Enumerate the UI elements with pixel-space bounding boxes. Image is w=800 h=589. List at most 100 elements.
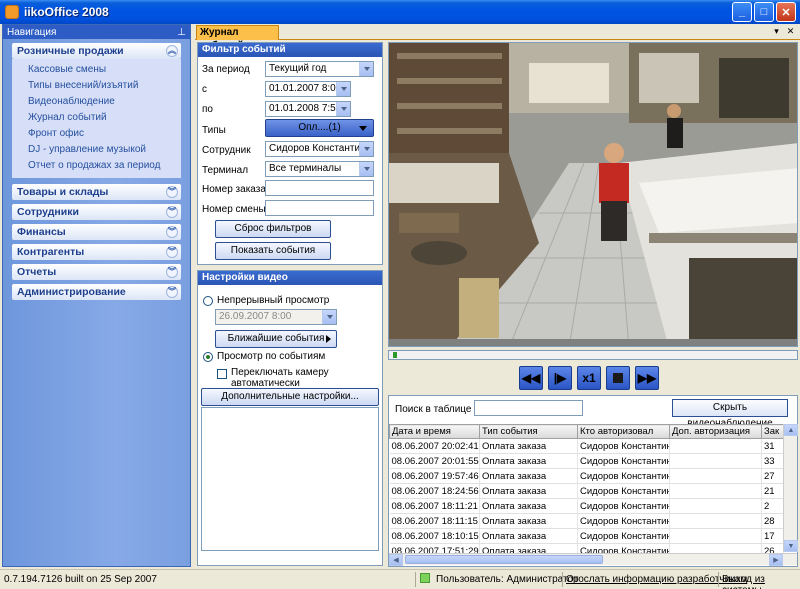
nav-group-header-goods[interactable]: Товары и склады ︾	[12, 184, 181, 200]
advanced-settings-button[interactable]: Дополнительные настройки...	[201, 388, 379, 406]
column-header-authorized-by[interactable]: Кто авторизовал	[577, 424, 670, 439]
table-search-input[interactable]	[474, 400, 583, 416]
nav-item-deposit-types[interactable]: Типы внесений/изъятий	[12, 78, 181, 94]
continuous-date-picker[interactable]: 26.09.2007 8:00	[215, 309, 337, 325]
scroll-right-icon[interactable]: ▶	[769, 554, 783, 566]
table-vertical-scrollbar[interactable]: ▲ ▼	[783, 424, 798, 552]
nav-item-dj-music[interactable]: DJ - управление музыкой	[12, 142, 181, 158]
chevron-up-icon[interactable]: ︽	[166, 45, 178, 57]
seek-handle[interactable]	[393, 352, 397, 358]
scroll-down-icon[interactable]: ▼	[784, 540, 798, 552]
cell-datetime: 08.06.2007 18:11:15	[389, 513, 480, 529]
shift-number-input[interactable]	[265, 200, 374, 216]
continuous-view-radio[interactable]	[203, 296, 213, 306]
table-row[interactable]: 08.06.2007 18:11:21 Оплата заказа Сидоро…	[389, 498, 784, 514]
table-row[interactable]: 08.06.2007 20:01:55 Оплата заказа Сидоро…	[389, 453, 784, 469]
column-header-event-type[interactable]: Тип события	[479, 424, 578, 439]
chevron-down-icon[interactable]	[336, 82, 350, 96]
switch-camera-checkbox[interactable]	[217, 369, 227, 379]
chevron-down-icon[interactable]	[359, 162, 373, 176]
maximize-button[interactable]: □	[754, 2, 774, 22]
pin-icon[interactable]: ⊥	[177, 27, 186, 38]
cell-event-type: Оплата заказа	[479, 528, 578, 544]
terminal-select[interactable]: Все терминалы	[265, 161, 374, 177]
speed-button[interactable]: x1	[577, 366, 601, 390]
nav-item-cash-shifts[interactable]: Кассовые смены	[12, 62, 181, 78]
table-row[interactable]: 08.06.2007 20:02:41 Оплата заказа Сидоро…	[389, 438, 784, 454]
minimize-button[interactable]: _	[732, 2, 752, 22]
column-header-datetime[interactable]: Дата и время	[389, 424, 480, 439]
to-date-picker[interactable]: 01.01.2008 7:59	[265, 101, 351, 117]
rewind-button[interactable]: ◀◀	[519, 366, 543, 390]
video-seek-bar[interactable]	[388, 350, 798, 360]
from-date-picker[interactable]: 01.01.2007 8:00	[265, 81, 351, 97]
horizontal-scroll-thumb[interactable]	[405, 555, 603, 564]
column-header-order[interactable]: Зак	[761, 424, 784, 439]
table-horizontal-scrollbar[interactable]: ◀ ▶	[389, 553, 797, 566]
chevron-down-icon[interactable]: ︾	[166, 226, 178, 238]
chevron-down-icon[interactable]: ︾	[166, 286, 178, 298]
chevron-down-icon[interactable]	[336, 102, 350, 116]
cell-extra-auth	[669, 498, 762, 514]
nav-item-event-log[interactable]: Журнал событий	[12, 110, 181, 126]
hide-video-button[interactable]: Скрыть видеонаблюдение	[672, 399, 788, 429]
nav-item-sales-report[interactable]: Отчет о продажах за период	[12, 158, 181, 174]
chevron-down-icon[interactable]	[322, 310, 336, 324]
video-settings-panel: Настройки видео Непрерывный просмотр 26.…	[197, 270, 383, 566]
logout-link[interactable]: Выход из системы	[722, 574, 765, 589]
close-button[interactable]: ✕	[776, 2, 796, 22]
column-header-extra-auth[interactable]: Доп. авторизация	[669, 424, 762, 439]
order-number-input[interactable]	[265, 180, 374, 196]
cell-event-type: Оплата заказа	[479, 498, 578, 514]
nav-item-front-office[interactable]: Фронт офис	[12, 126, 181, 142]
tab-close-icon[interactable]: ✕	[785, 26, 796, 37]
table-row[interactable]: 08.06.2007 19:57:46 Оплата заказа Сидоро…	[389, 468, 784, 484]
continuous-view-label: Непрерывный просмотр	[217, 295, 330, 306]
employee-select[interactable]: Сидоров Константин	[265, 141, 374, 157]
cell-event-type: Оплата заказа	[479, 513, 578, 529]
send-info-link[interactable]: Отослать информацию разработчикам	[566, 574, 747, 585]
chevron-down-icon[interactable]: ︾	[166, 246, 178, 258]
nav-group-retail: Розничные продажи ︽ Кассовые смены Типы …	[12, 43, 181, 178]
video-settings-title: Настройки видео	[198, 271, 382, 285]
table-row[interactable]: 08.06.2007 18:10:15 Оплата заказа Сидоро…	[389, 528, 784, 544]
table-row[interactable]: 08.06.2007 18:11:15 Оплата заказа Сидоро…	[389, 513, 784, 529]
tab-event-log[interactable]: Журнал событий	[196, 25, 279, 51]
scroll-left-icon[interactable]: ◀	[389, 554, 403, 566]
nav-group-header-admin[interactable]: Администрирование ︾	[12, 284, 181, 300]
period-select[interactable]: Текущий год	[265, 61, 374, 77]
terminal-value: Все терминалы	[269, 163, 342, 174]
nav-group-header-contractors[interactable]: Контрагенты ︾	[12, 244, 181, 260]
cell-extra-auth	[669, 483, 762, 499]
stop-button[interactable]	[606, 366, 630, 390]
table-row[interactable]: 08.06.2007 18:24:56 Оплата заказа Сидоро…	[389, 483, 784, 499]
chevron-down-icon[interactable]	[359, 142, 373, 156]
tab-strip: Журнал событий ▾ ✕	[195, 24, 800, 51]
continuous-date-value: 26.09.2007 8:00	[219, 311, 292, 322]
nav-group-header-finance[interactable]: Финансы ︾	[12, 224, 181, 240]
fast-forward-button[interactable]: ▶▶	[635, 366, 659, 390]
step-play-button[interactable]: |▶	[548, 366, 572, 390]
scroll-up-icon[interactable]: ▲	[784, 424, 798, 436]
from-date-value: 01.01.2007 8:00	[269, 83, 342, 94]
nav-group-header-reports[interactable]: Отчеты ︾	[12, 264, 181, 280]
nav-group-header-employees[interactable]: Сотрудники ︾	[12, 204, 181, 220]
nav-group-header-retail[interactable]: Розничные продажи ︽	[12, 43, 181, 59]
navigation-title: Навигация	[7, 26, 57, 38]
nav-item-video-surveillance[interactable]: Видеонаблюдение	[12, 94, 181, 110]
from-label: с	[202, 84, 207, 95]
chevron-down-icon[interactable]: ︾	[166, 186, 178, 198]
cell-order: 2	[761, 498, 784, 514]
status-separator	[562, 572, 563, 587]
nearest-events-button[interactable]: Ближайшие события	[215, 330, 337, 348]
cell-extra-auth	[669, 513, 762, 529]
by-events-radio[interactable]	[203, 352, 213, 362]
video-feed[interactable]	[388, 42, 798, 347]
chevron-down-icon[interactable]: ︾	[166, 206, 178, 218]
types-dropdown-button[interactable]: Опл....(1)	[265, 119, 374, 137]
reset-filters-button[interactable]: Сброс фильтров	[215, 220, 331, 238]
tab-list-icon[interactable]: ▾	[771, 26, 782, 37]
show-events-button[interactable]: Показать события	[215, 242, 331, 260]
chevron-down-icon[interactable]: ︾	[166, 266, 178, 278]
chevron-down-icon[interactable]	[359, 62, 373, 76]
